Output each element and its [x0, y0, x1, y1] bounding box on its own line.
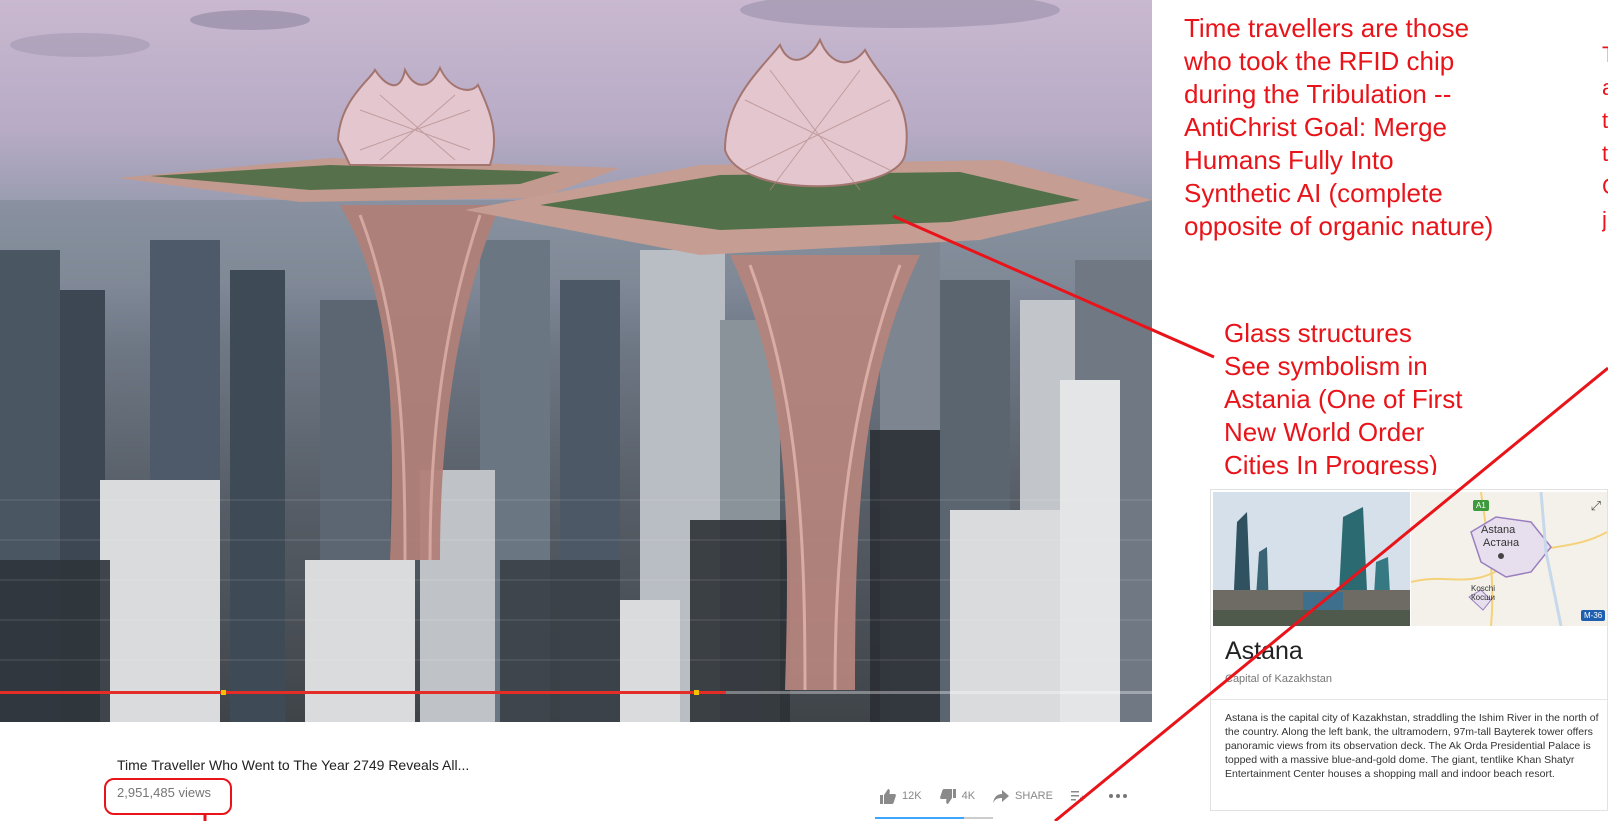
like-button[interactable]: 12K	[880, 788, 922, 804]
share-button[interactable]: SHARE	[993, 789, 1053, 803]
like-count: 12K	[902, 790, 922, 802]
annotation-text-rfid: Time travellers are those who took the R…	[1184, 13, 1494, 241]
video-title[interactable]: Time Traveller Who Went to The Year 2749…	[117, 757, 469, 773]
city-map[interactable]: Astana Астана Koschi Косши A1 M-36 ⤢	[1411, 492, 1607, 626]
annotation-text-cropped: T a t t C j	[1602, 42, 1608, 232]
sentiment-bar	[875, 817, 993, 819]
sentiment-bar-likes	[875, 817, 964, 819]
road-badge: A1	[1473, 500, 1489, 511]
expand-map-icon[interactable]: ⤢	[1591, 498, 1601, 514]
divider	[1211, 699, 1607, 700]
video-player[interactable]	[0, 0, 1152, 722]
dislike-button[interactable]: 4K	[939, 788, 976, 804]
annotation-circle	[104, 778, 232, 815]
map-illustration	[1411, 492, 1607, 626]
map-city-label: Astana	[1481, 524, 1516, 536]
map-city-label-cyrillic: Астана	[1483, 537, 1520, 549]
entity-description: Astana is the capital city of Kazakhstan…	[1225, 712, 1599, 780]
share-icon	[993, 789, 1010, 803]
annotation-text-glass: Glass structures See symbolism in Astani…	[1224, 318, 1463, 475]
more-button[interactable]	[1108, 794, 1133, 798]
progress-bar-played	[0, 691, 726, 694]
thumbs-down-icon	[939, 788, 956, 804]
map-town-label: Koschi	[1471, 584, 1496, 593]
chapter-marker	[694, 690, 699, 695]
video-actions: 12K 4K SHARE	[880, 787, 1151, 805]
astana-skyline-image	[1213, 492, 1410, 626]
more-icon	[1108, 794, 1127, 798]
knowledge-panel: Astana Астана Koschi Косши A1 M-36 ⤢ Ast…	[1210, 489, 1608, 811]
share-label: SHARE	[1015, 790, 1053, 802]
entity-subtitle: Capital of Kazakhstan	[1225, 673, 1333, 685]
add-to-playlist-button[interactable]	[1070, 790, 1091, 802]
progress-bar[interactable]	[0, 691, 1152, 694]
thumbs-up-icon	[880, 788, 896, 804]
add-to-playlist-icon	[1070, 791, 1085, 801]
video-frame-illustration	[0, 0, 1152, 722]
chapter-marker	[221, 690, 226, 695]
road-badge: M-36	[1581, 610, 1606, 621]
dislike-count: 4K	[961, 790, 976, 802]
entity-name: Astana	[1225, 637, 1303, 665]
city-photo[interactable]	[1213, 492, 1410, 626]
map-town-label-cyrillic: Косши	[1471, 593, 1495, 602]
